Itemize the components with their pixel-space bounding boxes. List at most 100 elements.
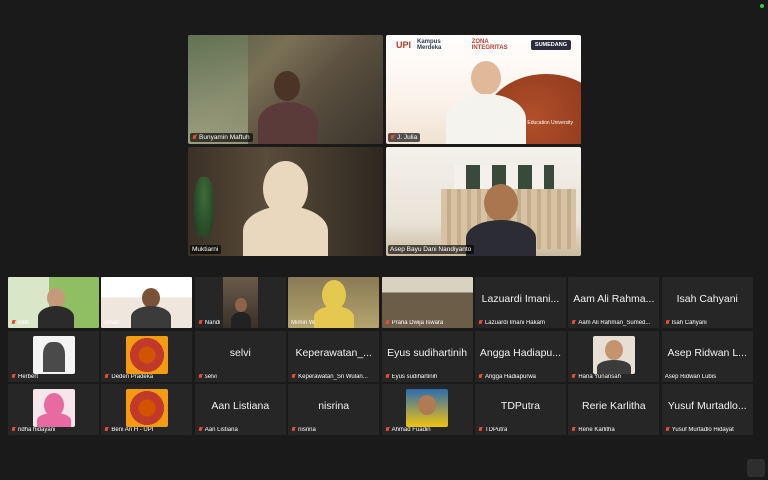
participant-tile[interactable]: Hana Yunansah [568, 330, 660, 382]
participant-tile[interactable]: Nandi [194, 277, 286, 328]
speaker-name: J. Julia [397, 134, 418, 141]
participant-name: Aan Listiana [198, 427, 238, 433]
participant-tile[interactable]: Ahmad Fuadin [381, 384, 473, 435]
participant-tile[interactable]: Mimin W. [288, 277, 380, 328]
participant-name: Nandi [198, 320, 220, 326]
mic-muted-icon [291, 373, 296, 380]
gallery-scroll-button[interactable] [747, 459, 765, 477]
participant-label: Aan Listiana [204, 427, 238, 433]
participant-name: Angga Hadiapurwa [478, 373, 536, 380]
participant-tile[interactable]: ridha hidayani [8, 384, 99, 435]
participant-video [258, 69, 318, 144]
mic-muted-icon [385, 373, 390, 380]
participant-tile[interactable]: indri [8, 277, 99, 328]
participant-display-name: Asep Ridwan L... [667, 346, 747, 359]
participant-display-name: Aam Ali Rahma... [573, 293, 655, 305]
participant-name: Ahmad Fuadin [385, 427, 431, 433]
participant-label: Lazuardi Imani Hakam [484, 320, 545, 326]
participant-label: Rerie Karlitha [578, 427, 615, 433]
participant-tile[interactable]: Aan Listiana Aan Listiana [194, 384, 286, 435]
participant-tile[interactable]: oman [101, 277, 193, 328]
participant-avatar [32, 389, 75, 427]
participant-label: Hana Yunansah [578, 373, 621, 380]
participant-label: TDPutra [484, 427, 508, 433]
mic-muted-icon [104, 373, 109, 380]
mic-muted-icon [198, 427, 203, 433]
mic-muted-icon [104, 427, 109, 433]
speaker-name: Asep Bayu Dani Nandiyanto [390, 246, 472, 253]
participant-tile[interactable]: TDPutra TDPutra [474, 384, 566, 435]
participant-display-name: Lazuardi Imani... [481, 293, 560, 305]
participant-tile[interactable]: selvi selvi [194, 330, 286, 382]
upi-logo: UPI [396, 40, 412, 50]
mic-muted-icon [571, 320, 576, 326]
mic-muted-icon [478, 373, 483, 380]
mic-muted-icon [571, 427, 576, 433]
participant-label: nisrina [298, 427, 316, 433]
participant-tile[interactable]: Aam Ali Rahma... Aam Ali Rahman_Sumed... [568, 277, 660, 328]
participant-person [230, 298, 251, 328]
participant-display-name: Yusuf Murtadlo... [667, 400, 747, 412]
participant-tile[interactable]: Herbert [8, 330, 99, 382]
participant-tile[interactable]: Keperawatan_... Keperawatan_Sri Wulan... [288, 330, 380, 382]
participant-tile[interactable]: Isah Cahyani Isah Cahyani [661, 277, 753, 328]
participant-tile[interactable]: Beni Ari H - UPI [101, 384, 193, 435]
participant-label: Prana Dwija Iswara [391, 320, 444, 326]
speaker-tile-1[interactable]: Bunyamin Maftuh [188, 35, 383, 144]
participant-label: ridha hidayani [18, 427, 56, 433]
participant-name: Deden Pradeka [104, 373, 153, 380]
participant-name: TDPutra [478, 427, 507, 433]
participant-tile[interactable]: Lazuardi Imani... Lazuardi Imani Hakam [474, 277, 566, 328]
speaker-tile-3[interactable]: Muktiarni [188, 147, 383, 256]
participant-label: Mimin W. [291, 320, 316, 326]
participant-video [243, 161, 328, 256]
participant-display-name: Keperawatan_... [295, 346, 372, 359]
participant-avatar [406, 389, 449, 427]
participant-name: ridha hidayani [11, 427, 55, 433]
sponsor-logos: UPI Kampus Merdeka ZONA INTEGRITAS SUMED… [396, 39, 571, 51]
participant-person [38, 288, 74, 328]
participant-avatar [125, 335, 168, 374]
speaker-name-tag: Muktiarni [190, 245, 222, 254]
speaker-name-tag: Asep Bayu Dani Nandiyanto [388, 245, 475, 254]
speaker-tile-2[interactable]: UPI Kampus Merdeka ZONA INTEGRITAS SUMED… [386, 35, 581, 144]
participant-name: Eyus sudihartinih [385, 373, 438, 380]
speaker-name-tag: J. Julia [388, 133, 421, 142]
mic-muted-icon [390, 134, 395, 141]
participant-tile[interactable]: Angga Hadiapu... Angga Hadiapurwa [474, 330, 566, 382]
participant-name: Mimin W. [291, 320, 316, 326]
participant-display-name: Aan Listiana [211, 400, 270, 412]
participant-avatar [125, 389, 168, 427]
mic-muted-icon [571, 373, 576, 380]
speaker-view: Bunyamin Maftuh UPI Kampus Merdeka ZONA … [188, 35, 581, 257]
gallery-view: indri oman Nandi Mimin W. Prana Dwija Is… [8, 277, 760, 435]
speaker-tile-4[interactable]: Asep Bayu Dani Nandiyanto [386, 147, 581, 256]
mic-muted-icon [291, 427, 296, 433]
participant-name: Aam Ali Rahman_Sumed... [571, 320, 650, 326]
participant-label: Eyus sudihartinih [391, 373, 438, 380]
participant-tile[interactable]: Eyus sudihartinih Eyus sudihartinih [381, 330, 473, 382]
participant-label: Herbert [18, 373, 39, 380]
recording-status-dot [760, 4, 764, 8]
participant-name: Beni Ari H - UPI [104, 427, 153, 433]
participant-label: Angga Hadiapurwa [484, 373, 536, 380]
participant-tile[interactable]: Yusuf Murtadlo... Yusuf Murtadlo Hidayat [661, 384, 753, 435]
participant-display-name: Eyus sudihartinih [387, 346, 468, 359]
participant-name: Lazuardi Imani Hakam [478, 320, 545, 326]
participant-name: oman [104, 320, 119, 326]
zona-integritas-logo: ZONA INTEGRITAS [471, 39, 508, 51]
participant-label: Asep Ridwan Lubis [664, 373, 717, 380]
participant-display-name: selvi [229, 346, 251, 359]
participant-label: Aam Ali Rahman_Sumed... [578, 320, 651, 326]
participant-name: Keperawatan_Sri Wulan... [291, 373, 368, 380]
mic-muted-icon [385, 427, 390, 433]
mic-muted-icon [192, 134, 197, 141]
participant-tile[interactable]: Rerie Karlitha Rerie Karlitha [568, 384, 660, 435]
participant-name: Asep Ridwan Lubis [665, 374, 716, 380]
mic-muted-icon [665, 427, 670, 433]
speaker-name-tag: Bunyamin Maftuh [190, 133, 253, 142]
participant-tile[interactable]: Prana Dwija Iswara [381, 277, 473, 328]
participant-tile[interactable]: Deden Pradeka [101, 330, 193, 382]
participant-tile[interactable]: nisrina nisrina [288, 384, 380, 435]
participant-tile[interactable]: Asep Ridwan L... Asep Ridwan Lubis [661, 330, 753, 382]
